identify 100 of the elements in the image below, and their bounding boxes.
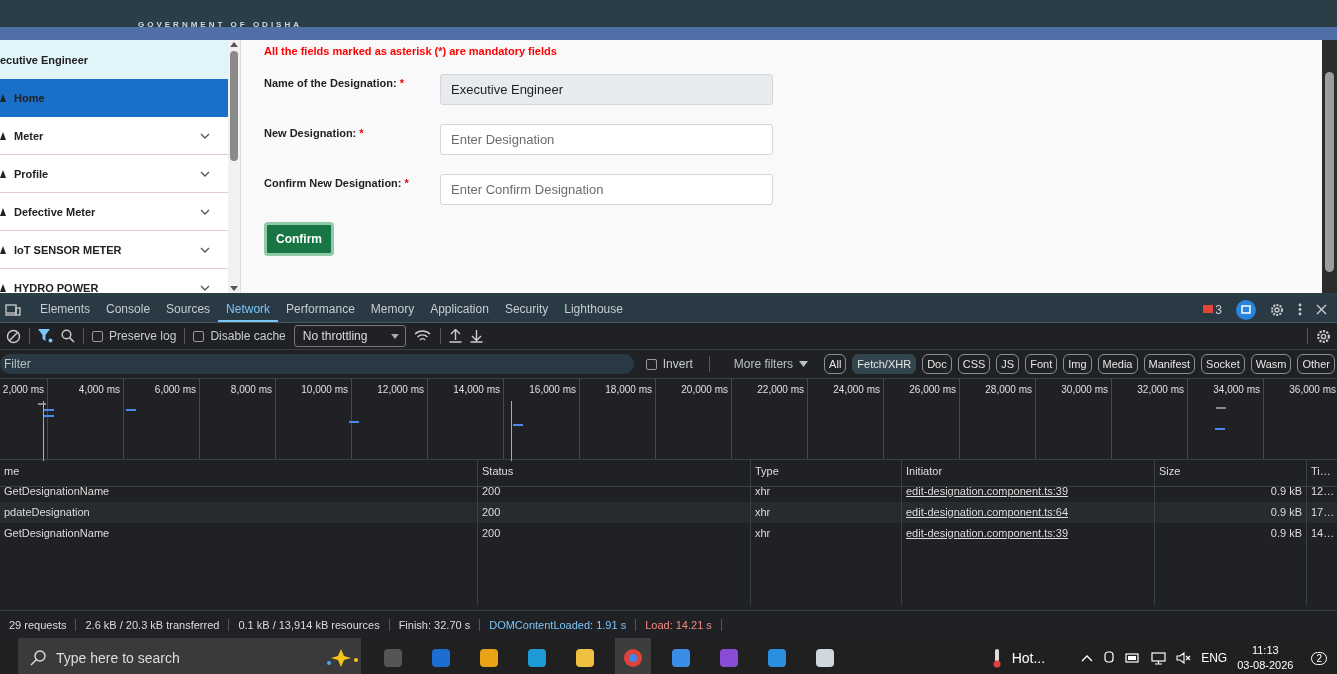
org-name: GOVERNMENT OF ODISHA — [138, 20, 302, 27]
table-cell: xhr — [755, 527, 771, 539]
thermometer-icon — [991, 648, 1002, 668]
field-label: Name of the Designation: * — [264, 76, 405, 91]
table-cell: 200 — [482, 485, 501, 497]
timeline-tick-label: 24,000 ms — [808, 379, 884, 459]
devtools-tab[interactable]: Lighthouse — [556, 297, 631, 322]
settings-icon[interactable] — [1270, 302, 1284, 317]
table-cell: xhr — [755, 485, 771, 497]
type-filter-chip[interactable]: Font — [1025, 354, 1058, 374]
type-filter-chip[interactable]: Fetch/XHR — [852, 354, 917, 374]
column-header[interactable]: Status — [478, 460, 751, 487]
assistant-icon[interactable] — [1236, 299, 1256, 320]
close-icon[interactable] — [1316, 304, 1327, 315]
chevron-down-icon[interactable] — [200, 284, 210, 291]
devtools-tab[interactable]: Application — [422, 297, 497, 322]
download-icon[interactable] — [469, 329, 483, 343]
network-icon[interactable] — [1151, 651, 1167, 665]
summary-stat: Finish: 32.70 s — [389, 618, 481, 631]
type-filter-chip[interactable]: Doc — [922, 354, 952, 374]
dropdown-arrow-icon — [390, 333, 399, 339]
timeline-tick-label: 14,000 ms — [428, 379, 504, 459]
type-filter-chip[interactable]: Other — [1297, 354, 1335, 374]
table-cell: 17… — [1311, 506, 1335, 518]
speaker-muted-icon[interactable] — [1176, 652, 1192, 664]
type-filter-chip[interactable]: Manifest — [1143, 354, 1196, 374]
type-filter-chip[interactable]: Media — [1097, 354, 1138, 374]
type-filter-chip[interactable]: Wasm — [1250, 354, 1292, 374]
timeline-tick-label: 32,000 ms — [1112, 379, 1188, 459]
throttling-dropdown[interactable]: No throttling — [293, 325, 406, 347]
table-cell: 0.9 kB — [1270, 527, 1302, 539]
type-filter-chip[interactable]: Socket — [1201, 354, 1245, 374]
column-header[interactable]: Ti… — [1307, 460, 1337, 487]
search-icon[interactable] — [61, 329, 75, 343]
network-conditions-icon[interactable] — [413, 329, 432, 343]
devtools-tab[interactable]: Console — [98, 297, 159, 322]
devtools-tab[interactable]: Memory — [362, 297, 423, 322]
menu-item-icon — [0, 283, 6, 292]
menu-item-icon — [0, 131, 6, 140]
table-cell: 0.9 kB — [1270, 485, 1302, 497]
chevron-down-icon[interactable] — [200, 208, 210, 215]
column-header[interactable]: me — [0, 460, 478, 487]
preserve-log-checkbox[interactable]: Preserve log — [92, 329, 177, 343]
chevron-down-icon[interactable] — [200, 246, 210, 253]
search-icon — [30, 650, 46, 666]
more-filters-dropdown[interactable]: More filters — [733, 357, 809, 371]
column-header[interactable]: Type — [751, 460, 902, 487]
designation-field[interactable]: Enter Designation — [440, 124, 773, 155]
initiator-link[interactable]: edit-designation.component.ts:39 — [906, 485, 1069, 497]
column-header[interactable]: Size — [1155, 460, 1307, 487]
timeline-tick-label: 18,000 ms — [580, 379, 656, 459]
chevron-down-icon[interactable] — [200, 132, 210, 139]
table-cell: GetDesignationName — [4, 485, 110, 497]
summary-stat: DOMContentLoaded: 1.91 s — [480, 618, 637, 631]
settings-icon[interactable] — [1316, 328, 1331, 344]
devtools-tab[interactable]: Performance — [278, 297, 363, 322]
devtools-tab[interactable]: Sources — [158, 297, 219, 322]
clock[interactable]: 11:13 03-08-2026 — [1237, 643, 1294, 673]
chevron-up-icon[interactable] — [1081, 654, 1094, 662]
clear-icon[interactable] — [6, 328, 21, 344]
type-filter-chip[interactable]: CSS — [957, 354, 991, 374]
type-filter-chip[interactable]: JS — [996, 354, 1020, 374]
more-menu-icon[interactable] — [1298, 303, 1302, 316]
designation-field[interactable]: Enter Confirm Designation — [440, 174, 773, 205]
dropdown-arrow-icon — [799, 361, 809, 367]
scrollbar-thumb[interactable] — [230, 51, 238, 161]
chevron-down-icon[interactable] — [200, 170, 210, 177]
invert-checkbox[interactable]: Invert — [645, 357, 693, 371]
issues-counter[interactable]: 3 — [1203, 302, 1222, 317]
scroll-down-icon[interactable] — [230, 286, 238, 291]
type-filter-chip[interactable]: Img — [1063, 354, 1092, 374]
weather-text[interactable]: Hot... — [1011, 650, 1046, 666]
initiator-link[interactable]: edit-designation.component.ts:39 — [906, 527, 1069, 539]
menu-item-icon — [0, 169, 6, 178]
filter-icon[interactable] — [38, 329, 53, 343]
devtools-tab[interactable]: Security — [496, 297, 557, 322]
filter-field[interactable]: Filter — [0, 354, 634, 374]
summary-stat: 2.6 kB / 20.3 kB transferred — [76, 618, 230, 631]
field-label: Confirm New Designation: * — [264, 176, 410, 191]
devtools-tab[interactable]: Elements — [32, 297, 99, 322]
column-header[interactable]: Initiator — [902, 460, 1155, 487]
table-cell: 12… — [1311, 485, 1335, 497]
summary-stat: 0.1 kB / 13,914 kB resources — [229, 618, 390, 631]
timeline-tick-label: 8,000 ms — [200, 379, 276, 459]
timeline-tick-label: 36,000 ms — [1264, 379, 1337, 459]
battery-icon[interactable] — [1125, 653, 1142, 663]
confirm-button[interactable]: Confirm — [264, 222, 334, 256]
scrollbar-thumb[interactable] — [1325, 72, 1334, 272]
scroll-up-icon[interactable] — [230, 42, 238, 47]
taskbar-search[interactable]: Type here to search — [18, 638, 361, 674]
table-cell: pdateDesignation — [4, 506, 90, 518]
disable-cache-checkbox[interactable]: Disable cache — [193, 329, 286, 343]
timeline-tick-label: 30,000 ms — [1036, 379, 1112, 459]
language-indicator[interactable]: ENG — [1201, 651, 1228, 665]
type-filter-chip[interactable]: All — [824, 354, 847, 374]
field-label: New Designation: * — [264, 126, 365, 141]
upload-icon[interactable] — [448, 329, 462, 343]
table-cell: 200 — [482, 506, 501, 518]
timeline-tick-label: 20,000 ms — [656, 379, 732, 459]
device-toolbar-icon[interactable] — [5, 303, 21, 316]
